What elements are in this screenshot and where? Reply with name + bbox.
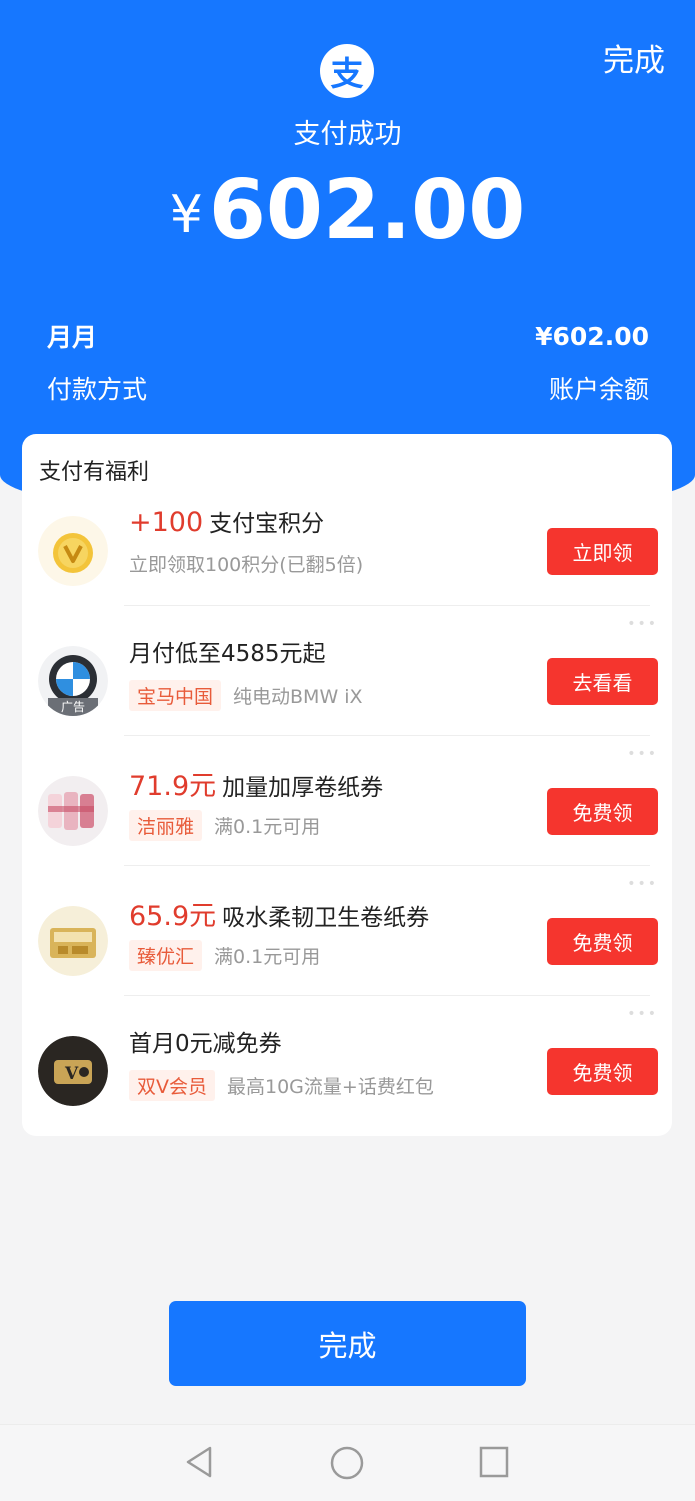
- benefit-price: 65.9元: [129, 901, 217, 932]
- benefit-subtitle: 立即领取100积分(已翻5倍): [129, 550, 363, 577]
- alipay-logo-icon: 支: [320, 44, 374, 98]
- benefit-item-points[interactable]: +100 支付宝积分 立即领取100积分(已翻5倍) 立即领: [22, 476, 672, 606]
- benefit-price: 71.9元: [129, 771, 217, 802]
- payment-amount: ¥602.00: [0, 163, 695, 258]
- recent-apps-icon[interactable]: [478, 1445, 510, 1479]
- bmw-logo-icon: 广告: [38, 646, 108, 716]
- benefit-desc: 纯电动BMW iX: [233, 686, 363, 708]
- benefit-name: 月付低至4585元起: [129, 641, 326, 667]
- benefit-name: 首月0元减免券: [129, 1031, 282, 1057]
- view-bmw-button[interactable]: 去看看: [547, 658, 658, 705]
- benefit-subtitle: 宝马中国 纯电动BMW iX: [129, 680, 363, 711]
- done-button[interactable]: 完成: [169, 1301, 526, 1386]
- benefit-subtitle: 臻优汇 满0.1元可用: [129, 940, 320, 971]
- svg-text:V: V: [64, 1064, 79, 1084]
- header-done-button[interactable]: 完成: [603, 35, 665, 80]
- more-options-icon[interactable]: •••: [627, 746, 658, 762]
- brand-tag: 臻优汇: [129, 940, 203, 971]
- benefit-title: 首月0元减免券: [129, 1024, 282, 1058]
- tissue-box-icon: [38, 906, 108, 976]
- claim-points-button[interactable]: 立即领: [547, 528, 658, 575]
- brand-tag: 洁丽雅: [129, 810, 203, 841]
- benefit-desc: 满0.1元可用: [214, 946, 321, 968]
- benefit-title: +100 支付宝积分: [129, 504, 324, 538]
- benefit-item-bmw[interactable]: ••• 广告 月付低至4585元起 宝马中国 纯电动BMW iX 去看看: [22, 606, 672, 736]
- payment-status: 支付成功: [293, 119, 402, 150]
- more-options-icon[interactable]: •••: [627, 876, 658, 892]
- benefit-title: 月付低至4585元起: [129, 634, 326, 668]
- back-icon[interactable]: [184, 1445, 214, 1479]
- benefit-subtitle: 洁丽雅 满0.1元可用: [129, 810, 320, 841]
- payee-name: 月月: [47, 323, 98, 352]
- benefit-title: 65.9元 吸水柔韧卫生卷纸券: [129, 894, 429, 933]
- gold-coin-icon: [38, 516, 108, 586]
- system-nav-bar: [0, 1424, 695, 1501]
- benefit-desc: 最高10G流量+话费红包: [227, 1076, 434, 1098]
- payee-row: 月月 ¥602.00: [47, 318, 649, 354]
- currency-symbol: ¥: [169, 185, 203, 245]
- benefit-item-vip[interactable]: ••• V 首月0元减免券 双V会员 最高10G流量+话费红包 免费领: [22, 996, 672, 1126]
- benefits-card: 支付有福利 +100支付宝积分 立即领取100积分(已翻5倍) 立即领 •••: [22, 434, 672, 1136]
- benefit-subtitle: 双V会员 最高10G流量+话费红包: [129, 1070, 434, 1101]
- tissue-rolls-icon: [38, 776, 108, 846]
- benefit-name: 支付宝积分: [209, 511, 325, 537]
- brand-tag: 双V会员: [129, 1070, 215, 1101]
- benefit-desc: 立即领取100积分(已翻5倍): [129, 554, 364, 576]
- brand-tag: 宝马中国: [129, 680, 222, 711]
- claim-coupon-button[interactable]: 免费领: [547, 918, 658, 965]
- amount-value: 602.00: [208, 163, 526, 258]
- ad-badge: 广告: [60, 700, 85, 714]
- benefit-item-tissue-2[interactable]: ••• 65.9元 吸水柔韧卫生卷纸券 臻优汇 满0.1元可用 免费领: [22, 866, 672, 996]
- home-icon[interactable]: [329, 1445, 365, 1481]
- more-options-icon[interactable]: •••: [627, 1006, 658, 1022]
- benefit-name: 吸水柔韧卫生卷纸券: [222, 905, 430, 931]
- benefit-item-tissue-1[interactable]: ••• 71.9元 加量加厚卷纸券 洁丽雅 满0.1元可用 免费领: [22, 736, 672, 866]
- benefit-name: 加量加厚卷纸券: [222, 775, 384, 801]
- payment-method-row: 付款方式 账户余额: [47, 370, 649, 406]
- more-options-icon[interactable]: •••: [627, 616, 658, 632]
- payment-method-label: 付款方式: [47, 375, 148, 404]
- payee-amount: ¥602.00: [535, 321, 649, 351]
- claim-coupon-button[interactable]: 免费领: [547, 1048, 658, 1095]
- v-card-icon: V: [38, 1036, 108, 1106]
- benefit-price: +100: [129, 507, 204, 538]
- payment-method-value: 账户余额: [548, 375, 649, 404]
- benefit-desc: 满0.1元可用: [214, 816, 321, 838]
- benefit-title: 71.9元 加量加厚卷纸券: [129, 764, 383, 803]
- claim-coupon-button[interactable]: 免费领: [547, 788, 658, 835]
